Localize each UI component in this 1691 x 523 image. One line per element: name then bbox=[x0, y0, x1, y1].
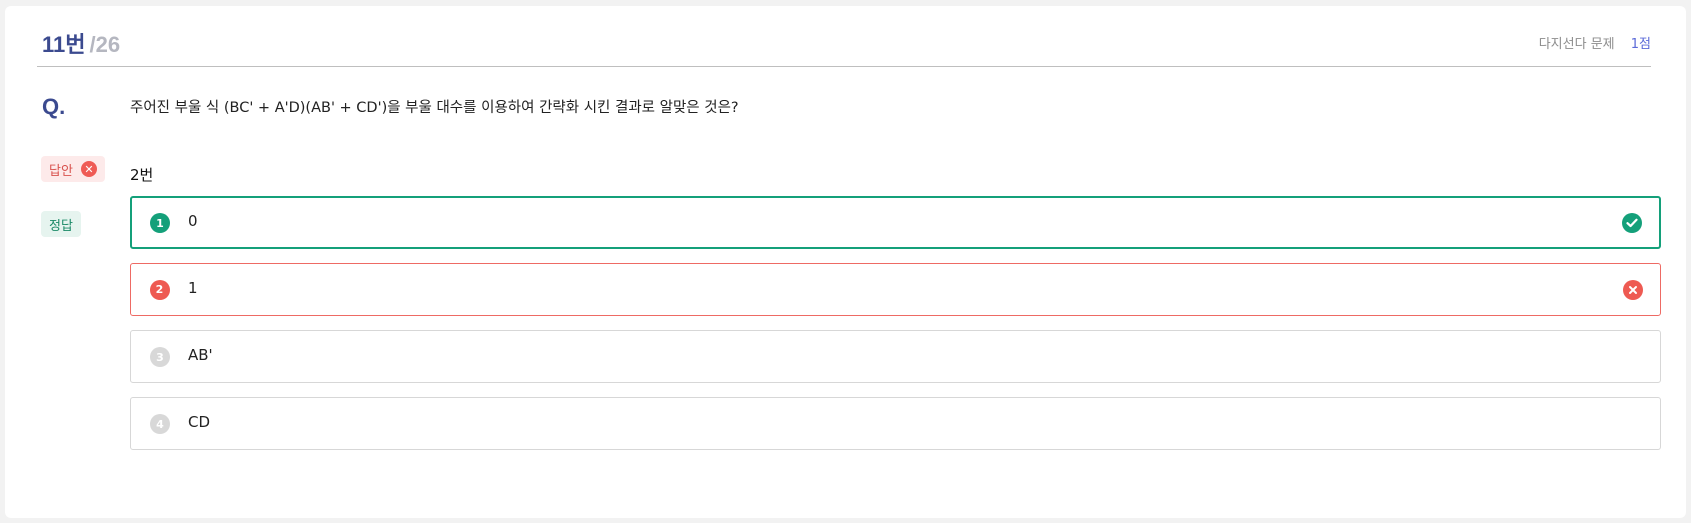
wrong-icon: ✕ bbox=[80, 161, 97, 177]
option-text: AB' bbox=[188, 346, 213, 364]
close-icon bbox=[1623, 279, 1643, 300]
option-4[interactable]: 4 CD bbox=[130, 397, 1661, 450]
check-icon bbox=[1622, 213, 1642, 233]
correct-answer-tag: 정답 bbox=[41, 211, 81, 237]
question-meta: 다지선다 문제 1점 bbox=[1539, 33, 1651, 52]
option-number-badge: 1 bbox=[150, 213, 170, 233]
current-question-number: 11번 bbox=[42, 32, 86, 57]
correct-answer-tag-label: 정답 bbox=[49, 218, 73, 234]
option-number-badge: 3 bbox=[150, 347, 170, 367]
question-number: 11번/26 bbox=[42, 27, 120, 59]
user-answer-tag: 답안 ✕ bbox=[41, 156, 105, 182]
question-points: 1점 bbox=[1630, 37, 1651, 52]
option-2[interactable]: 2 1 bbox=[130, 263, 1661, 316]
question-type: 다지선다 문제 bbox=[1538, 37, 1615, 52]
option-text: 0 bbox=[188, 212, 198, 230]
option-number-badge: 4 bbox=[150, 414, 170, 434]
question-header: 11번/26 다지선다 문제 1점 bbox=[37, 6, 1651, 67]
option-number-badge: 2 bbox=[149, 279, 170, 300]
option-3[interactable]: 3 AB' bbox=[130, 330, 1661, 383]
total-question-count: /26 bbox=[89, 32, 121, 57]
question-label: Q. bbox=[42, 94, 66, 119]
option-1[interactable]: 1 0 bbox=[130, 196, 1661, 249]
question-text: 주어진 부울 식 (BC' + A'D)(AB' + CD')을 부울 대수를 … bbox=[130, 100, 739, 116]
option-text: 1 bbox=[188, 279, 198, 297]
user-answer-tag-label: 답안 bbox=[49, 163, 73, 179]
option-text: CD bbox=[188, 413, 211, 431]
question-card: 11번/26 다지선다 문제 1점 Q. 주어진 부울 식 (BC' + A'D… bbox=[5, 6, 1686, 518]
user-answer-value: 2번 bbox=[130, 166, 154, 184]
